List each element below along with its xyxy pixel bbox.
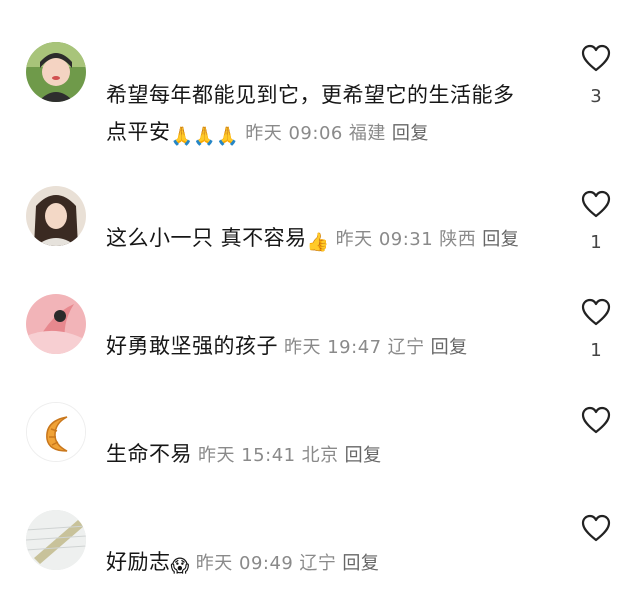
reply-button[interactable]: 回复 xyxy=(345,445,382,466)
avatar-image xyxy=(26,186,86,246)
heart-outline-icon xyxy=(581,514,611,542)
comment-time: 昨天 15:41 xyxy=(198,445,296,466)
like-count: 1 xyxy=(590,232,602,253)
comment-text-content: 生命不易 xyxy=(106,442,192,466)
reply-button[interactable]: 回复 xyxy=(431,337,468,358)
comment-text: 希望每年都能见到它，更希望它的生活能多 点平安🙏🙏🙏 昨天 09:06 福建 回复 xyxy=(106,77,570,155)
avatar-image xyxy=(26,42,86,102)
shocked-face-emoji-icon: 😱 xyxy=(170,556,190,577)
comment-time: 昨天 19:47 xyxy=(284,337,382,358)
avatar[interactable] xyxy=(26,510,86,570)
comment-text: 好勇敢坚强的孩子 昨天 19:47 辽宁 回复 xyxy=(106,328,570,366)
comment-time: 昨天 09:49 xyxy=(195,553,294,574)
avatar-image xyxy=(26,294,86,354)
comment-location: 辽宁 xyxy=(387,337,425,358)
avatar-image xyxy=(26,510,86,570)
avatar[interactable] xyxy=(26,186,86,246)
reply-button[interactable]: 回复 xyxy=(392,123,429,144)
comment-time: 昨天 09:31 xyxy=(335,229,434,250)
like-count: 3 xyxy=(590,86,602,107)
comment-location: 辽宁 xyxy=(299,553,337,574)
heart-outline-icon xyxy=(581,298,611,326)
like-button[interactable] xyxy=(576,44,616,72)
heart-outline-icon xyxy=(581,44,611,72)
pray-emoji-icon: 🙏🙏🙏 xyxy=(170,126,240,147)
like-button[interactable] xyxy=(576,190,616,218)
avatar[interactable] xyxy=(26,402,86,462)
comment-location: 陕西 xyxy=(439,229,477,250)
like-count: 1 xyxy=(590,340,602,361)
comment-text-content: 好勇敢坚强的孩子 xyxy=(106,334,278,358)
comment-location: 福建 xyxy=(348,123,386,144)
croissant-avatar-icon xyxy=(27,403,85,461)
like-button[interactable] xyxy=(576,298,616,326)
comment-text-line: 点平安 xyxy=(106,120,171,144)
like-count xyxy=(576,448,616,470)
like-button[interactable] xyxy=(576,406,616,434)
comment-text-line: 希望每年都能见到它，更希望它的生活能多 xyxy=(106,83,515,107)
avatar[interactable] xyxy=(26,294,86,354)
heart-outline-icon xyxy=(581,406,611,434)
like-count xyxy=(576,556,616,578)
comment-text-content: 好励志 xyxy=(106,550,171,574)
avatar[interactable] xyxy=(26,42,86,102)
reply-button[interactable]: 回复 xyxy=(342,553,379,574)
thumbs-up-emoji-icon: 👍 xyxy=(306,232,330,253)
like-button[interactable] xyxy=(576,514,616,542)
comment-text: 好励志😱 昨天 09:49 辽宁 回复 xyxy=(106,544,570,585)
heart-outline-icon xyxy=(581,190,611,218)
comment-text: 这么小一只 真不容易👍 昨天 09:31 陕西 回复 xyxy=(106,220,570,261)
reply-button[interactable]: 回复 xyxy=(482,229,519,250)
comment-text-content: 这么小一只 真不容易 xyxy=(106,226,307,250)
comment-time: 昨天 09:06 xyxy=(245,123,343,144)
comment-location: 北京 xyxy=(301,445,339,466)
comment-text: 生命不易 昨天 15:41 北京 回复 xyxy=(106,436,570,474)
